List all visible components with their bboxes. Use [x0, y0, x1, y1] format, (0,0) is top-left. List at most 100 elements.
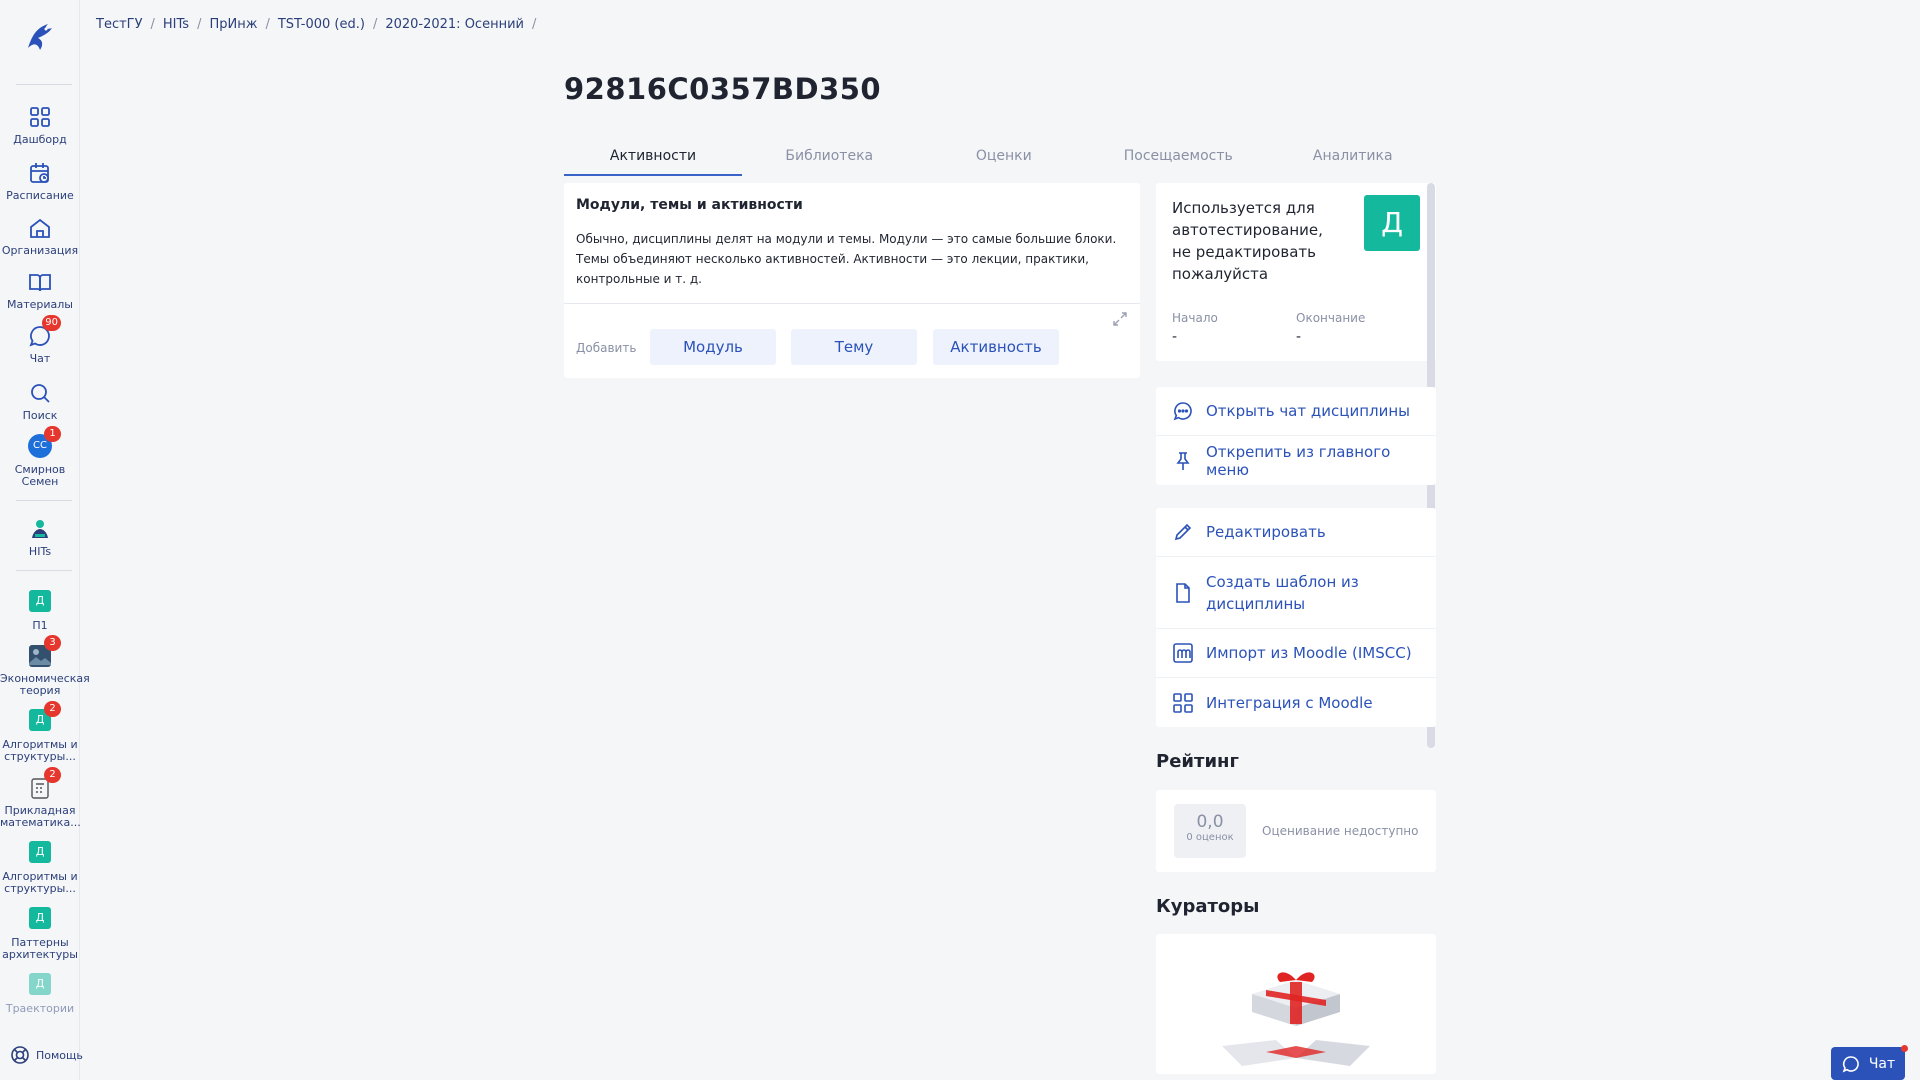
sidebar-item-hits[interactable]: HITs	[0, 516, 80, 558]
add-module-button[interactable]: Модуль	[650, 329, 776, 365]
modules-card-description: Обычно, дисциплины делят на модули и тем…	[576, 232, 1117, 286]
add-activity-button[interactable]: Активность	[933, 329, 1059, 365]
modules-card: Модули, темы и активности Обычно, дисцип…	[564, 183, 1140, 378]
divider	[564, 303, 1140, 304]
breadcrumb-link[interactable]: ПрИнж	[209, 17, 257, 32]
breadcrumb-separator: /	[531, 17, 537, 32]
start-label: Начало	[1172, 311, 1218, 325]
unpin-button[interactable]: Открепить из главного меню	[1156, 436, 1436, 485]
notification-dot	[1901, 1045, 1908, 1052]
course-icon: Д	[27, 841, 53, 867]
file-icon	[1176, 582, 1190, 603]
curators-card	[1156, 934, 1436, 1074]
sidebar: Дашборд Расписание Организация Материалы…	[0, 0, 90, 1080]
create-template-button[interactable]: Создать шаблон из дисциплины	[1156, 557, 1436, 629]
sidebar-item-label: П1	[32, 619, 48, 632]
breadcrumb-link[interactable]: TST-000 (ed.)	[278, 17, 365, 32]
sidebar-item-label: Материалы	[7, 298, 73, 311]
chat-icon	[1842, 1055, 1859, 1072]
course-description: Используется для автотестирование, не ре…	[1172, 199, 1323, 283]
sidebar-item-search[interactable]: Поиск	[0, 380, 80, 422]
sidebar-course-item[interactable]: Д Траектории	[0, 973, 80, 1015]
logo-icon[interactable]	[22, 18, 58, 54]
book-icon	[27, 269, 53, 295]
pencil-icon	[1174, 523, 1192, 541]
sidebar-divider	[16, 84, 72, 85]
sidebar-item-materials[interactable]: Материалы	[0, 269, 80, 311]
sidebar-item-label: Расписание	[6, 189, 74, 202]
course-image-icon: 3	[27, 635, 61, 669]
lifebuoy-icon	[11, 1046, 29, 1064]
grid-icon	[27, 104, 53, 130]
notification-badge: 90	[42, 315, 61, 331]
course-icon: Д	[27, 973, 53, 999]
sidebar-item-label: Алгоритмы и структуры...	[2, 870, 78, 895]
sidebar-item-organization[interactable]: Организация	[0, 215, 80, 257]
help-button[interactable]: Помощь	[10, 1045, 83, 1065]
sidebar-item-label: Организация	[1, 244, 79, 257]
course-actions-menu: Открыть чат дисциплины Открепить из глав…	[1156, 387, 1436, 485]
calendar-icon	[27, 160, 53, 186]
pin-icon	[1176, 451, 1190, 470]
tab-bar: Активности Библиотека Оценки Посещаемост…	[564, 144, 1440, 176]
moodle-icon	[1173, 643, 1193, 663]
sidebar-divider	[16, 570, 72, 571]
breadcrumb-separator: /	[372, 17, 378, 32]
sidebar-item-profile[interactable]: СС 1 Смирнов Семен	[0, 426, 80, 488]
import-moodle-button[interactable]: Импорт из Moodle (IMSCC)	[1156, 629, 1436, 678]
sidebar-course-item[interactable]: Д П1	[0, 590, 80, 632]
sidebar-divider	[16, 500, 72, 501]
avatar: СС 1	[27, 426, 61, 460]
tab-activities[interactable]: Активности	[564, 144, 742, 176]
curators-heading: Кураторы	[1156, 896, 1260, 917]
course-icon: Д	[27, 907, 53, 933]
search-icon	[27, 380, 53, 406]
sidebar-item-label: Поиск	[22, 409, 58, 422]
rating-count: 0 оценок	[1186, 832, 1234, 843]
breadcrumb-link[interactable]: ТестГУ	[96, 17, 143, 32]
open-chat-button[interactable]: Открыть чат дисциплины	[1156, 387, 1436, 436]
breadcrumb-link[interactable]: HITs	[163, 17, 189, 32]
chat-icon	[1173, 402, 1192, 421]
sidebar-item-chat[interactable]: 90 Чат	[0, 315, 80, 365]
breadcrumb-link[interactable]: 2020-2021: Осенний	[385, 17, 524, 32]
tab-analytics[interactable]: Аналитика	[1266, 144, 1441, 176]
tab-library[interactable]: Библиотека	[742, 144, 917, 176]
rating-value: 0,0	[1196, 812, 1224, 832]
expand-icon[interactable]	[1112, 311, 1128, 327]
sidebar-item-label: Чат	[29, 352, 51, 365]
sidebar-item-dashboard[interactable]: Дашборд	[0, 104, 80, 146]
page-title: 92816C0357BD350	[564, 72, 882, 106]
breadcrumb: ТестГУ / HITs / ПрИнж / TST-000 (ed.) / 2020…	[96, 17, 536, 32]
sidebar-item-label: Паттерны архитектуры	[2, 936, 78, 961]
sidebar-course-item[interactable]: 2 Прикладная математика...	[0, 767, 81, 829]
sidebar-item-label: Траектории	[5, 1002, 75, 1015]
start-value: -	[1172, 329, 1178, 345]
floating-chat-button[interactable]: Чат	[1831, 1047, 1905, 1080]
tab-grades[interactable]: Оценки	[917, 144, 1092, 176]
sidebar-course-item[interactable]: Д Паттерны архитектуры	[0, 907, 80, 961]
sidebar-course-item[interactable]: Д 2 Алгоритмы и структуры...	[0, 701, 80, 763]
rating-box: 0,0 0 оценок	[1174, 804, 1246, 858]
course-calculator-icon: 2	[27, 767, 61, 801]
end-label: Окончание	[1296, 311, 1366, 325]
edit-button[interactable]: Редактировать	[1156, 508, 1436, 557]
sidebar-item-schedule[interactable]: Расписание	[0, 160, 80, 202]
sidebar-course-item[interactable]: 3 Экономическая теория	[0, 635, 90, 697]
rating-status: Оценивание недоступно	[1262, 824, 1419, 838]
course-info-card: Используется для автотестирование, не ре…	[1156, 183, 1436, 361]
home-icon	[27, 215, 53, 241]
rating-card: 0,0 0 оценок Оценивание недоступно	[1156, 790, 1436, 872]
tab-attendance[interactable]: Посещаемость	[1091, 144, 1266, 176]
course-admin-menu: Редактировать Создать шаблон из дисципли…	[1156, 508, 1436, 727]
sidebar-item-label: Дашборд	[13, 133, 67, 146]
grid-icon	[1173, 692, 1193, 713]
chat-button-label: Чат	[1868, 1055, 1896, 1072]
breadcrumb-separator: /	[150, 17, 155, 32]
sidebar-course-item[interactable]: Д Алгоритмы и структуры...	[0, 841, 80, 895]
moodle-integration-button[interactable]: Интеграция с Moodle	[1156, 678, 1436, 727]
notification-badge: 2	[44, 767, 61, 783]
notification-badge: 2	[44, 701, 61, 717]
add-topic-button[interactable]: Тему	[791, 329, 917, 365]
notification-badge: 1	[44, 426, 61, 442]
